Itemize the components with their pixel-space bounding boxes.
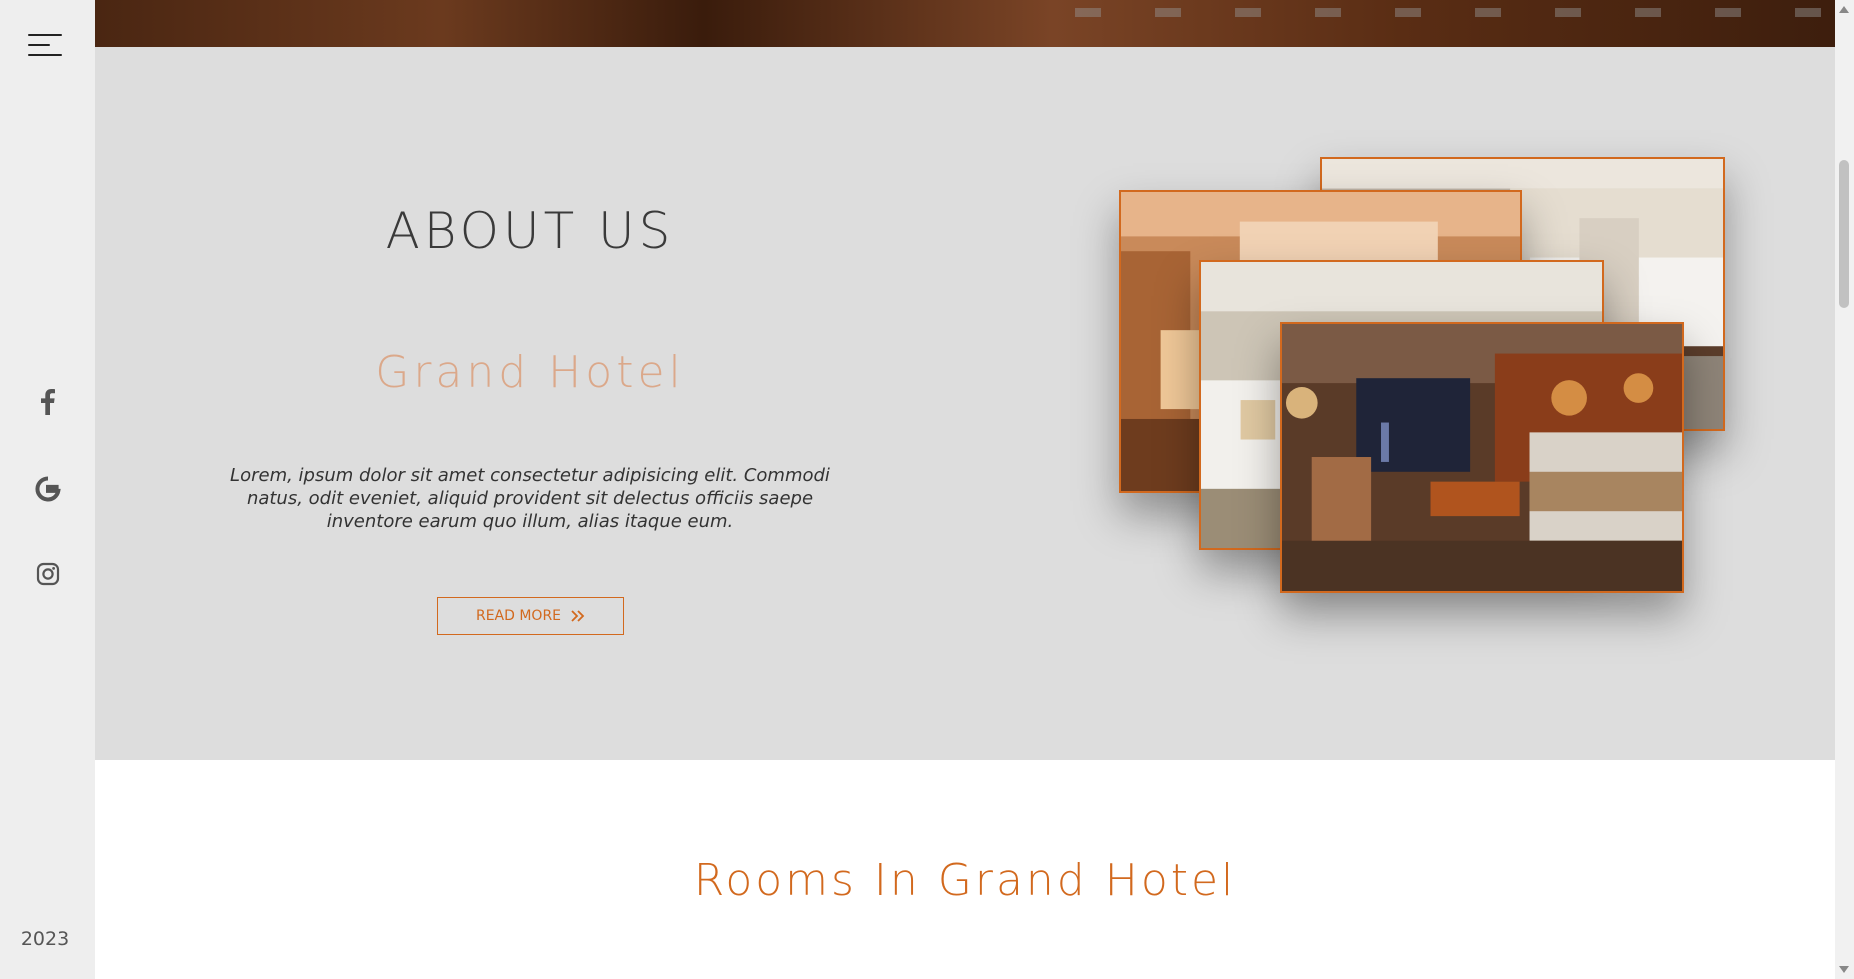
- rooms-section-title: Rooms In Grand Hotel: [693, 855, 1237, 906]
- copyright-year: 2023: [20, 928, 70, 950]
- room-photo-4: [1280, 322, 1684, 593]
- facebook-icon[interactable]: [0, 385, 95, 419]
- page-scrollbar[interactable]: [1835, 0, 1854, 979]
- read-more-button[interactable]: READ MORE: [437, 597, 624, 635]
- sidebar: 2023: [0, 0, 95, 979]
- about-title: ABOUT US: [385, 202, 675, 260]
- instagram-icon[interactable]: [0, 557, 95, 591]
- hamburger-menu-icon[interactable]: [28, 34, 62, 58]
- hotel-name: Grand Hotel: [375, 347, 685, 398]
- google-icon[interactable]: [0, 472, 95, 506]
- scroll-down-arrow-icon[interactable]: [1839, 966, 1849, 973]
- scroll-thumb[interactable]: [1839, 160, 1849, 308]
- about-section: ABOUT US Grand Hotel Lorem, ipsum dolor …: [95, 47, 1835, 760]
- hero-image-strip: [95, 0, 1835, 47]
- scroll-up-arrow-icon[interactable]: [1839, 6, 1849, 13]
- about-description: Lorem, ipsum dolor sit amet consectetur …: [230, 465, 830, 532]
- double-chevron-right-icon: [571, 610, 585, 622]
- read-more-label: READ MORE: [475, 608, 562, 624]
